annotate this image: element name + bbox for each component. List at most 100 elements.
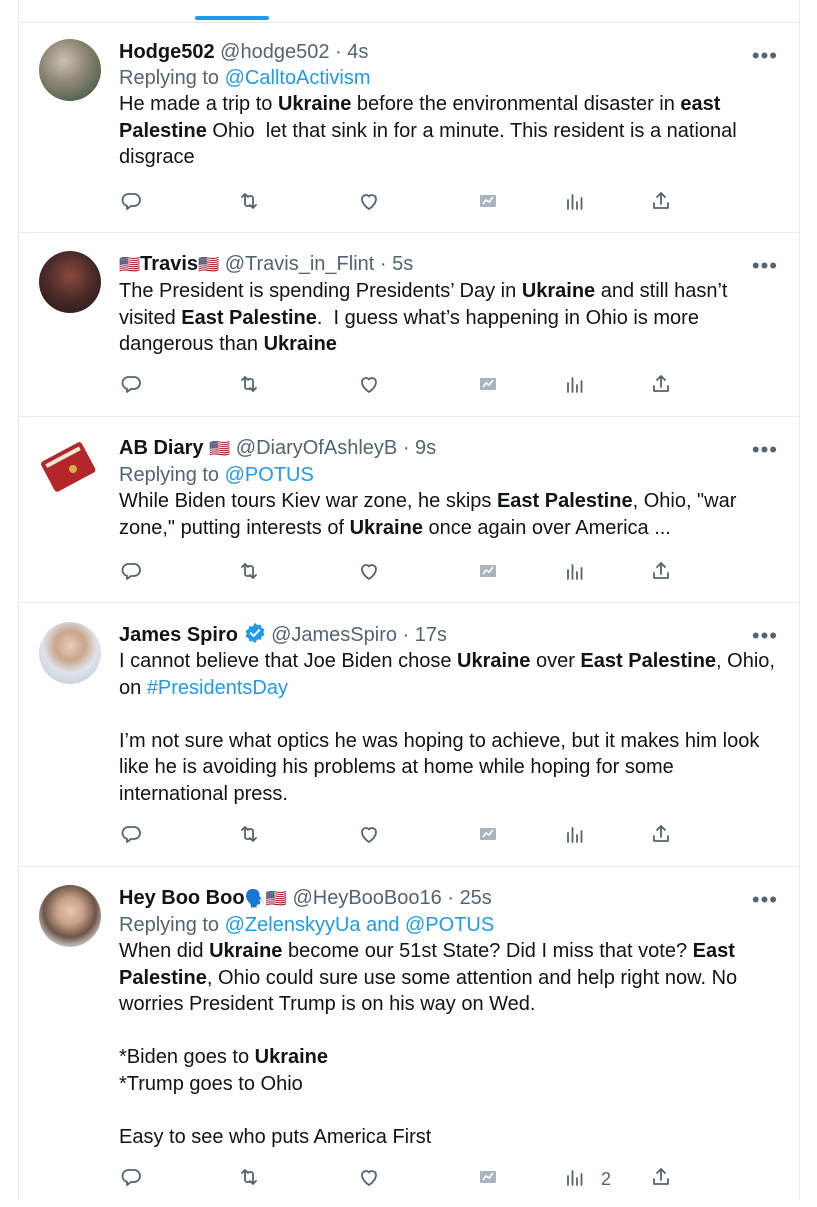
action-bar [119, 821, 699, 851]
like-button[interactable] [357, 188, 381, 218]
retweet-button[interactable] [237, 558, 261, 588]
timestamp[interactable]: 5s [392, 253, 413, 275]
avatar[interactable] [39, 435, 101, 497]
like-button[interactable] [357, 821, 381, 851]
text-run: before the environmental disaster in [351, 93, 681, 115]
views-icon [563, 822, 587, 851]
retweet-button[interactable] [237, 188, 261, 218]
reply-button[interactable] [119, 821, 143, 851]
tweet[interactable]: ••• James Spiro @JamesSpiro · 17s I cann… [18, 603, 800, 867]
replying-to: Replying to @POTUS [119, 462, 778, 488]
views-button[interactable] [563, 558, 587, 588]
keyword-highlight: Ukraine [263, 333, 337, 355]
retweet-icon [237, 372, 261, 401]
flag-emoji: 🇺🇸 [209, 439, 231, 458]
retweet-icon [237, 189, 261, 218]
retweet-button[interactable] [237, 1164, 261, 1194]
views-icon [563, 559, 587, 588]
text-run: *Trump goes to Ohio Easy to see who puts… [119, 1072, 432, 1148]
analytics-muted-icon [476, 1165, 500, 1194]
share-button[interactable] [649, 371, 673, 401]
text-run: become our 51st State? Did I miss that v… [282, 940, 693, 962]
reply-target-link[interactable]: @POTUS [225, 464, 314, 486]
timestamp[interactable]: 25s [460, 887, 492, 909]
action-bar [119, 188, 699, 218]
user-handle[interactable]: @hodge502 [220, 41, 329, 63]
views-button[interactable] [563, 371, 587, 401]
display-name[interactable]: Travis [140, 253, 198, 275]
user-handle[interactable]: @HeyBooBoo16 [292, 887, 441, 909]
analytics-muted-button[interactable] [476, 371, 500, 401]
text-run: The President is spending Presidents’ Da… [119, 280, 522, 302]
share-icon [649, 372, 673, 401]
reply-target-link[interactable]: @CalltoActivism [225, 67, 371, 89]
separator: · [335, 41, 342, 63]
reply-icon [119, 1165, 143, 1194]
share-button[interactable] [649, 188, 673, 218]
views-count: 2 [601, 1168, 612, 1189]
tweet[interactable]: ••• Hey Boo Boo🗣️🇺🇸 @HeyBooBoo16 · 25s R… [18, 867, 800, 1207]
keyword-highlight: Ukraine [457, 650, 531, 672]
avatar[interactable] [39, 251, 101, 313]
like-icon [357, 559, 381, 588]
user-handle[interactable]: @Travis_in_Flint [225, 253, 375, 275]
avatar[interactable] [39, 885, 101, 947]
like-button[interactable] [357, 371, 381, 401]
keyword-highlight: Ukraine [254, 1046, 329, 1068]
hashtag-link[interactable]: #PresidentsDay [147, 677, 288, 699]
display-name[interactable]: AB Diary [119, 437, 203, 459]
reply-icon [119, 189, 143, 218]
text-run: , Ohio could sure use some attention and… [119, 966, 738, 1069]
text-run: While Biden tours Kiev war zone, he skip… [119, 490, 497, 512]
analytics-muted-icon [476, 372, 500, 401]
timestamp[interactable]: 17s [415, 624, 447, 646]
user-handle[interactable]: @DiaryOfAshleyB [236, 437, 397, 459]
views-button[interactable]: 2 [563, 1164, 611, 1194]
analytics-muted-button[interactable] [476, 821, 500, 851]
tweet-header: James Spiro @JamesSpiro · 17s [119, 622, 778, 648]
retweet-button[interactable] [237, 821, 261, 851]
share-button[interactable] [649, 558, 673, 588]
display-name[interactable]: James Spiro [119, 624, 238, 646]
display-name[interactable]: Hodge502 [119, 41, 215, 63]
tweet-text: While Biden tours Kiev war zone, he skip… [119, 488, 778, 541]
tweet[interactable]: ••• Hodge502 @hodge502 · 4s Replying to … [18, 23, 800, 233]
retweet-icon [237, 1165, 261, 1194]
analytics-muted-button[interactable] [476, 188, 500, 218]
avatar[interactable] [39, 39, 101, 101]
replying-to: Replying to @CalltoActivism [119, 65, 778, 91]
timestamp[interactable]: 9s [415, 437, 436, 459]
share-icon [649, 189, 673, 218]
reply-button[interactable] [119, 558, 143, 588]
keyword-highlight: Ukraine [209, 940, 283, 962]
share-button[interactable] [649, 821, 673, 851]
tweet[interactable]: ••• 🇺🇸Travis🇺🇸 @Travis_in_Flint · 5s The… [18, 233, 800, 417]
views-button[interactable] [563, 188, 587, 218]
analytics-muted-button[interactable] [476, 1164, 500, 1194]
reply-button[interactable] [119, 371, 143, 401]
tweet-header: 🇺🇸Travis🇺🇸 @Travis_in_Flint · 5s [119, 251, 778, 278]
reply-button[interactable] [119, 188, 143, 218]
like-icon [357, 822, 381, 851]
views-icon [563, 189, 587, 218]
display-name[interactable]: Hey Boo Boo [119, 887, 245, 909]
replying-to-label: Replying to [119, 464, 225, 486]
tweet[interactable]: ••• AB Diary 🇺🇸 @DiaryOfAshleyB · 9s Rep… [18, 417, 800, 603]
analytics-muted-button[interactable] [476, 558, 500, 588]
timestamp[interactable]: 4s [347, 41, 368, 63]
keyword-highlight: Ukraine [277, 93, 352, 115]
tweet-text: I cannot believe that Joe Biden chose Uk… [119, 648, 778, 807]
text-run: once again over America ... [422, 516, 671, 539]
like-icon [357, 1165, 381, 1194]
text-run: I’m not sure what optics he was hoping t… [119, 729, 760, 805]
user-handle[interactable]: @JamesSpiro [271, 624, 397, 646]
share-button[interactable] [649, 1164, 673, 1194]
reply-button[interactable] [119, 1164, 143, 1194]
avatar[interactable] [39, 622, 101, 684]
views-button[interactable] [563, 821, 587, 851]
reply-target-link[interactable]: @ZelenskyyUa and @POTUS [225, 914, 495, 936]
flag-emoji: 🇺🇸 [119, 255, 141, 274]
like-button[interactable] [357, 558, 381, 588]
like-button[interactable] [357, 1164, 381, 1194]
retweet-button[interactable] [237, 371, 261, 401]
